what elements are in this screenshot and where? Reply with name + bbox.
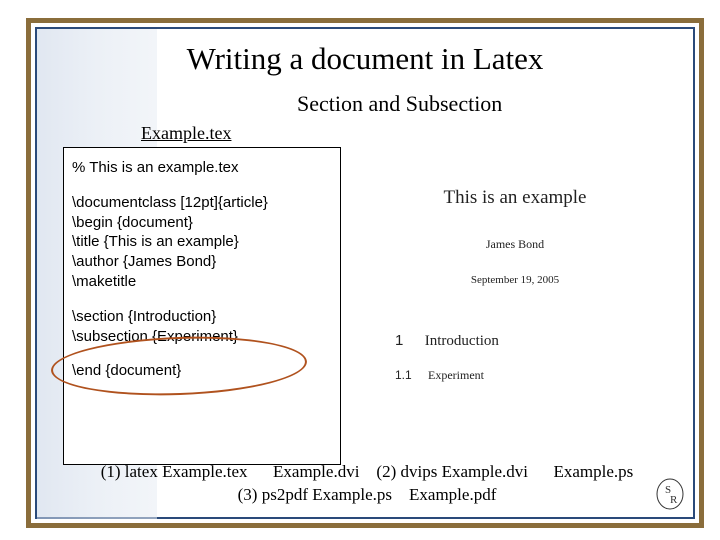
output-section-name: Introduction (425, 333, 499, 349)
output-title: This is an example (367, 187, 663, 209)
code-line: \begin {document} (72, 213, 332, 233)
steps-line-1: (1) latex Example.tex Example.dvi (2) dv… (53, 461, 681, 484)
slide-frame-inner: Writing a document in Latex Section and … (35, 27, 695, 519)
output-subsection: 1.1 Experiment (395, 368, 663, 383)
example-filename-label: Example.tex (141, 123, 231, 144)
latex-output-preview: This is an example James Bond September … (367, 169, 663, 383)
compilation-steps: (1) latex Example.tex Example.dvi (2) dv… (53, 461, 681, 507)
steps-line-2: (3) ps2pdf Example.ps Example.pdf (53, 484, 681, 507)
code-line: \maketitle (72, 272, 332, 292)
code-comment: % This is an example.tex (72, 158, 332, 178)
output-date: September 19, 2005 (367, 274, 663, 286)
sr-logo-icon: SR (655, 477, 685, 511)
code-line: \section {Introduction} (72, 307, 332, 327)
slide-title: Writing a document in Latex (37, 41, 693, 77)
output-section-number: 1 (395, 332, 421, 349)
slide-frame-outer: Writing a document in Latex Section and … (26, 18, 704, 528)
code-line: \title {This is an example} (72, 232, 332, 252)
slide-subtitle: Section and Subsection (297, 91, 502, 117)
output-subsection-name: Experiment (428, 368, 484, 382)
code-line: \documentclass [12pt]{article} (72, 193, 332, 213)
output-author: James Bond (367, 237, 663, 252)
latex-source-box: % This is an example.tex \documentclass … (63, 147, 341, 465)
code-line: \author {James Bond} (72, 252, 332, 272)
output-section: 1 Introduction (395, 332, 663, 350)
slide-content: Writing a document in Latex Section and … (37, 29, 693, 517)
output-subsection-number: 1.1 (395, 368, 425, 382)
svg-text:R: R (670, 494, 678, 506)
